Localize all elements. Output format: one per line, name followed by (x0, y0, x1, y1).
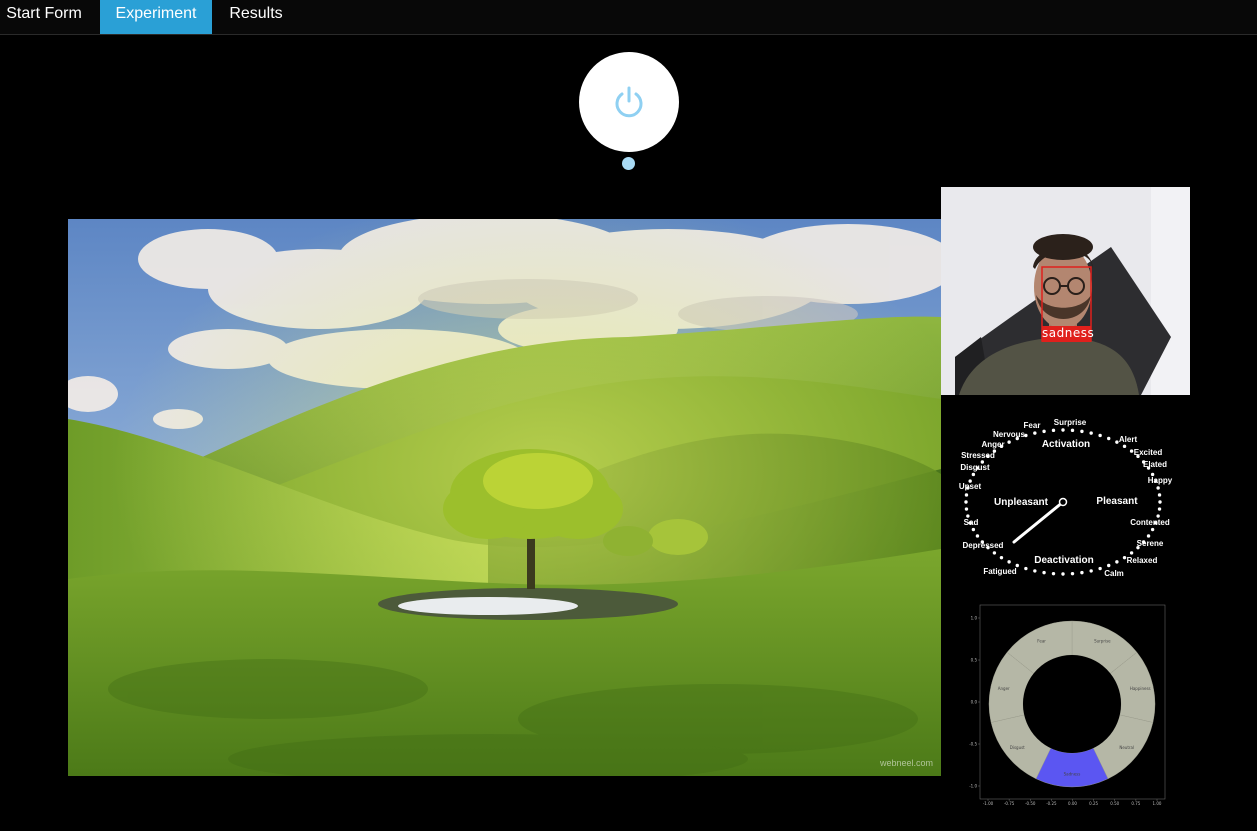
ring-dot (1150, 527, 1155, 532)
ring-dot (1158, 500, 1162, 504)
emotion-donut-chart: Surprise Happiness Neutral Sadness Disgust An… (968, 600, 1173, 810)
ring-dot (1146, 534, 1151, 538)
axis-label-pleasant: Pleasant (1096, 496, 1138, 507)
ring-dot (1129, 449, 1134, 453)
x-tick-label: 0.00 (1068, 801, 1077, 806)
ring-dot (992, 551, 997, 555)
emotion-label: Contented (1130, 518, 1170, 527)
y-tick-label: 0.5 (971, 658, 978, 663)
ring-dot (1070, 571, 1075, 576)
ring-dot (1129, 551, 1134, 555)
ring-dot (1089, 569, 1093, 573)
ring-dot (971, 472, 976, 477)
power-icon (615, 86, 643, 118)
ring-dot (1080, 570, 1084, 575)
slice-label: Surprise (1094, 638, 1111, 643)
axis-label-unpleasant: Unpleasant (994, 497, 1049, 508)
emotion-label: Fatigued (983, 567, 1016, 576)
tab-results[interactable]: Results (221, 0, 291, 34)
donut-hole (1023, 655, 1121, 753)
ring-dot (1080, 429, 1084, 434)
x-tick-label: 0.75 (1131, 801, 1140, 806)
emotion-label: Happy (1148, 476, 1173, 485)
emotion-circumplex: Activation Deactivation Unpleasant Pleas… (941, 405, 1190, 585)
emotion-label: Serene (1137, 539, 1164, 548)
x-tick-label: -1.00 (983, 801, 994, 806)
x-tick-label: -0.75 (1004, 801, 1015, 806)
slice-label: Fear (1037, 638, 1046, 643)
ring-dot (1061, 428, 1065, 432)
ring-dot (1033, 569, 1037, 573)
ring-dot (1033, 431, 1037, 435)
emotion-label: Elated (1143, 460, 1167, 469)
emotion-label: Excited (1134, 448, 1163, 457)
slice-label: Anger (998, 686, 1010, 691)
detected-emotion-label: sadness (1042, 326, 1095, 340)
emotion-label: Sad (964, 518, 979, 527)
emotion-label: Nervous (993, 430, 1026, 439)
ring-dot (1007, 560, 1011, 564)
ring-dot (1089, 431, 1093, 435)
ring-dot (1051, 571, 1056, 576)
ring-dot (971, 527, 976, 532)
emotion-label: Surprise (1054, 418, 1087, 427)
top-nav: Start Form Experiment Results (0, 0, 1257, 35)
tab-experiment[interactable]: Experiment (100, 0, 212, 34)
ring-dot (1156, 486, 1160, 490)
emotion-label: Anger (981, 440, 1004, 449)
ring-dot (964, 493, 969, 497)
emotion-label: Alert (1119, 435, 1138, 444)
emotion-pointer (1012, 500, 1065, 544)
ring-dot (1107, 563, 1111, 568)
ring-dot (999, 555, 1004, 560)
status-indicator (622, 157, 635, 170)
ring-dot (964, 507, 969, 511)
ring-dot (1098, 566, 1102, 571)
y-tick-label: -0.5 (969, 742, 977, 747)
emotion-label: Stressed (961, 451, 995, 460)
emotion-label: Calm (1104, 569, 1124, 578)
y-tick-label: -1.0 (969, 784, 977, 789)
ring-dot (1070, 428, 1075, 433)
ring-dot (1061, 572, 1065, 576)
x-tick-label: -0.25 (1046, 801, 1057, 806)
axis-label-activation: Activation (1042, 439, 1090, 450)
ring-dot (1098, 433, 1102, 438)
ring-dot (1007, 440, 1011, 444)
ring-dot (1107, 436, 1111, 441)
axis-label-deactivation: Deactivation (1034, 555, 1093, 566)
ring-dot (975, 534, 980, 538)
x-tick-label: -0.50 (1025, 801, 1036, 806)
ring-dot (1157, 507, 1162, 511)
y-tick-label: 1.0 (971, 616, 978, 621)
ring-dot (1122, 444, 1127, 449)
x-tick-label: 1.00 (1153, 801, 1162, 806)
y-tick-label: 0.0 (971, 700, 978, 705)
slice-label: Disgust (1010, 745, 1025, 750)
emotion-label: Relaxed (1127, 556, 1158, 565)
ring-dot (1024, 566, 1028, 571)
power-button[interactable] (579, 52, 679, 152)
emotion-label: Upset (959, 482, 982, 491)
ring-dot (1051, 428, 1056, 433)
webcam-feed: sadness (941, 187, 1190, 395)
ring-dot (964, 500, 968, 504)
x-tick-label: 0.25 (1089, 801, 1098, 806)
ring-dot (1115, 560, 1119, 564)
emotion-label: Fear (1024, 421, 1041, 430)
ring-dot (1157, 493, 1162, 497)
emotion-label: Depressed (963, 541, 1004, 550)
ring-dot (1042, 570, 1046, 575)
emotion-label: Disgust (960, 463, 990, 472)
watermark-text: webneel.com (879, 758, 933, 768)
slice-label: Happiness (1130, 686, 1151, 691)
stimulus-image: webneel.com (68, 219, 941, 776)
slice-label: Sadness (1064, 772, 1081, 777)
tab-start-form[interactable]: Start Form (0, 0, 88, 34)
x-tick-label: 0.50 (1110, 801, 1119, 806)
slice-label: Neutral (1119, 745, 1134, 750)
ring-dot (1042, 429, 1046, 434)
